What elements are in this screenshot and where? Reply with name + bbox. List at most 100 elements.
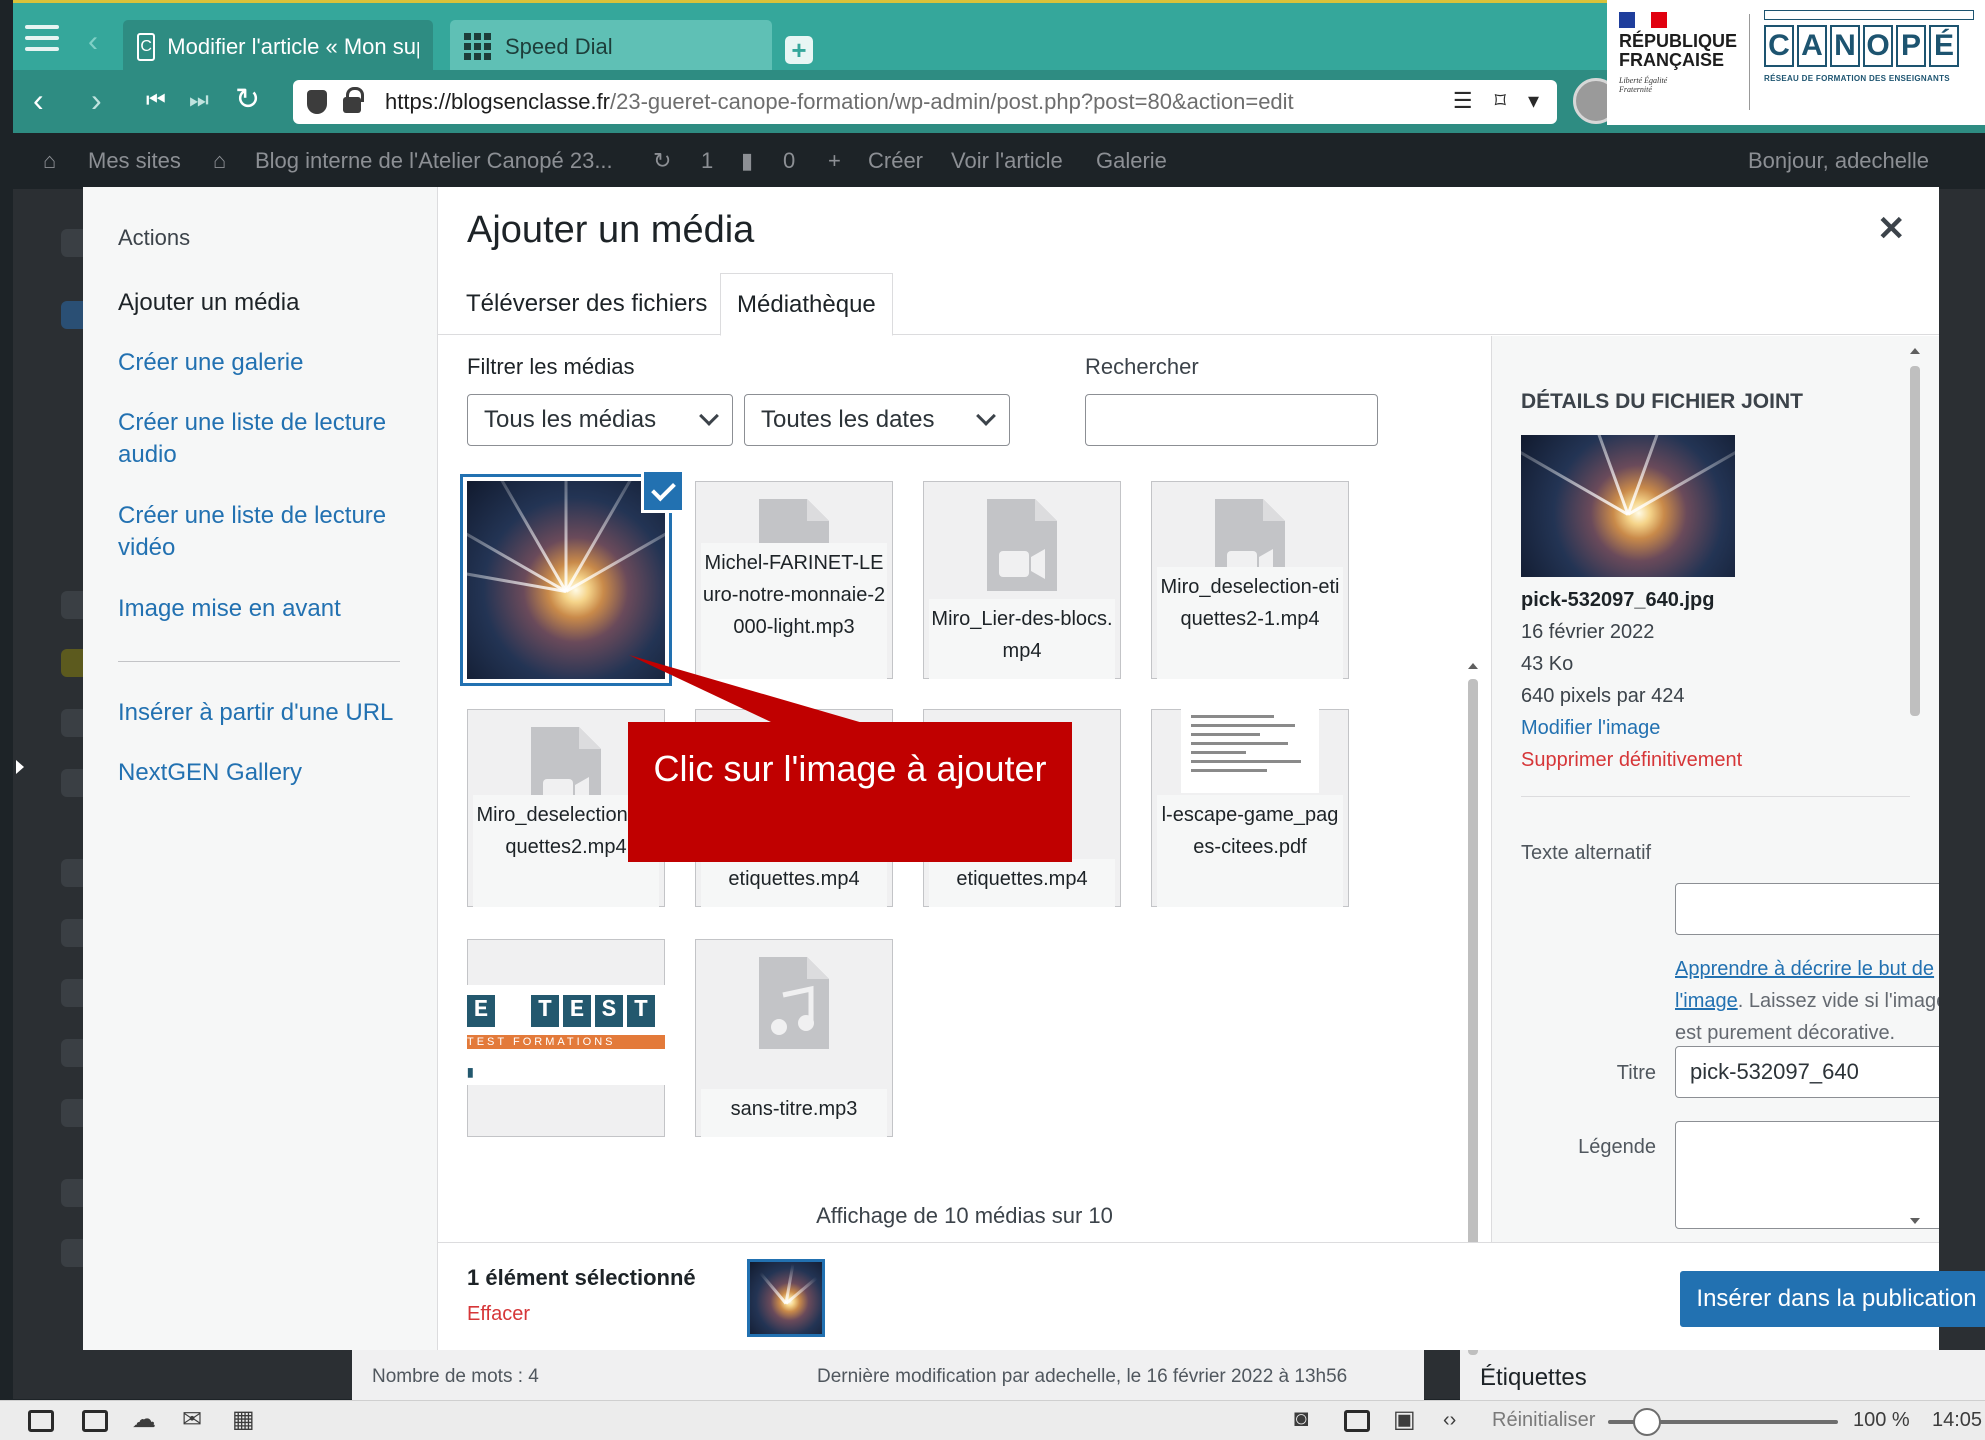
menu-item-video-playlist[interactable]: Créer une liste de lecture vidéo: [118, 500, 408, 564]
menu-icon[interactable]: [25, 25, 59, 51]
editor-status-strip: Nombre de mots : 4 Dernière modification…: [352, 1350, 1424, 1400]
delete-permanently-link[interactable]: Supprimer définitivement: [1521, 749, 1742, 772]
tab-label: Speed Dial: [505, 33, 613, 59]
search-input[interactable]: [1085, 394, 1378, 446]
shield-icon: [307, 90, 327, 114]
rewind-icon[interactable]: ⏮: [146, 80, 166, 120]
updates-count[interactable]: 1: [701, 148, 713, 174]
clear-selection-link[interactable]: Effacer: [467, 1303, 530, 1326]
menu-item-audio-playlist[interactable]: Créer une liste de lecture audio: [118, 407, 408, 471]
dropdown-icon[interactable]: ▾: [1528, 88, 1539, 114]
comments-icon[interactable]: ▮: [741, 148, 753, 174]
attachment-item[interactable]: [467, 481, 665, 679]
reset-zoom-button[interactable]: Réinitialiser: [1492, 1409, 1595, 1432]
window-icon[interactable]: [1344, 1410, 1370, 1432]
details-date: 16 février 2022: [1521, 621, 1655, 643]
attachment-filename: sans-titre.mp3: [701, 1089, 887, 1137]
tab-label: Modifier l'article « Mon super article —…: [167, 33, 419, 59]
panel-toggle-icon[interactable]: [28, 1410, 54, 1432]
forward-icon[interactable]: ›: [91, 80, 102, 120]
updates-icon[interactable]: ↻: [653, 148, 671, 174]
plus-icon[interactable]: +: [828, 148, 841, 174]
attachment-item[interactable]: ETEST TEST FORMATIONS ▮: [467, 939, 665, 1137]
reader-view-icon[interactable]: ☰: [1453, 88, 1473, 114]
reload-icon[interactable]: ↻: [235, 80, 260, 120]
menu-item-add-media[interactable]: Ajouter un média: [118, 287, 408, 319]
favicon-icon: C: [137, 32, 156, 61]
lock-icon: [343, 87, 364, 113]
view-post-link[interactable]: Voir l'article: [951, 148, 1063, 174]
cloud-sync-icon[interactable]: ☁: [132, 1405, 156, 1434]
tab-tiling-icon[interactable]: [82, 1410, 108, 1432]
title-label: Titre: [1616, 1062, 1656, 1084]
search-label: Rechercher: [1085, 354, 1199, 379]
new-tab-icon[interactable]: +: [785, 36, 813, 64]
tab-speed-dial[interactable]: Speed Dial: [450, 20, 772, 73]
fast-forward-icon[interactable]: ⏭: [189, 80, 209, 120]
chevron-down-icon: [699, 406, 719, 426]
panel-toggle-icon[interactable]: [16, 760, 24, 774]
checkmark-icon[interactable]: [641, 469, 685, 513]
modal-title: Ajouter un média: [467, 209, 755, 251]
menu-item-insert-url[interactable]: Insérer à partir d'une URL: [118, 697, 408, 729]
zoom-level: 100 %: [1853, 1409, 1910, 1431]
alt-text-label: Texte alternatif: [1521, 842, 1652, 864]
gallery-link[interactable]: Galerie: [1096, 148, 1167, 174]
caption-textarea[interactable]: [1675, 1121, 1939, 1229]
tab-scroll-left-icon[interactable]: ‹: [88, 25, 98, 59]
my-sites-icon[interactable]: ⌂: [43, 148, 56, 174]
edit-image-link[interactable]: Modifier l'image: [1521, 717, 1660, 740]
media-toolbar: 1 élément sélectionné Effacer Insérer da…: [438, 1242, 1985, 1350]
images-icon[interactable]: ▣: [1393, 1405, 1416, 1434]
tags-box-title: Étiquettes: [1480, 1364, 1587, 1391]
attachment-item[interactable]: l-escape-game_pages-citees.pdf: [1151, 709, 1349, 907]
attachment-item[interactable]: sans-titre.mp3: [695, 939, 893, 1137]
selected-thumbnail[interactable]: [747, 1259, 825, 1337]
create-link[interactable]: Créer: [868, 148, 923, 174]
zoom-slider-handle[interactable]: [1633, 1408, 1662, 1436]
page-actions-icon[interactable]: ‹›: [1443, 1409, 1456, 1432]
greeting-link[interactable]: Bonjour, adechelle: [1748, 148, 1929, 174]
marianne-flag-icon: [1619, 12, 1667, 28]
site-name-link[interactable]: Blog interne de l'Atelier Canopé 23...: [255, 148, 613, 174]
media-modal: Actions Ajouter un média Créer une galer…: [83, 187, 1985, 1411]
close-icon[interactable]: ✕: [1877, 209, 1906, 249]
tab-edit-post[interactable]: C Modifier l'article « Mon super article…: [123, 20, 433, 73]
attachment-filename: etiquettes.mp4: [929, 859, 1115, 907]
word-count: Nombre de mots : 4: [372, 1366, 539, 1387]
menu-item-nextgen[interactable]: NextGEN Gallery: [118, 757, 408, 789]
details-scrollbar[interactable]: [1906, 342, 1924, 1232]
attachment-item[interactable]: Miro_Lier-des-blocs.mp4: [923, 481, 1121, 679]
menu-heading: Actions: [118, 225, 191, 250]
tab-upload-files[interactable]: Téléverser des fichiers: [450, 273, 723, 335]
details-thumbnail: [1521, 435, 1735, 577]
title-input[interactable]: [1675, 1046, 1939, 1098]
attachment-item[interactable]: Miro_deselection-etiquettes2-1.mp4: [1151, 481, 1349, 679]
home-icon[interactable]: ⌂: [213, 148, 226, 174]
details-dimensions: 640 pixels par 424: [1521, 685, 1685, 707]
attachments-count: Affichage de 10 médias sur 10: [816, 1203, 1113, 1228]
address-bar[interactable]: https://blogsenclasse.fr/23-gueret-canop…: [293, 80, 1557, 124]
media-type-filter[interactable]: Tous les médias: [467, 394, 733, 446]
attachment-filename: Miro_deselection-etiquettes2-1.mp4: [1157, 567, 1343, 679]
menu-item-create-gallery[interactable]: Créer une galerie: [118, 347, 408, 379]
url-text: https://blogsenclasse.fr/23-gueret-canop…: [385, 89, 1294, 114]
calendar-icon[interactable]: ▦: [232, 1405, 255, 1434]
canope-decoration: [1764, 10, 1974, 20]
media-date-filter[interactable]: Toutes les dates: [744, 394, 1010, 446]
tab-media-library[interactable]: Médiathèque: [720, 273, 893, 336]
comments-count[interactable]: 0: [783, 148, 795, 174]
insert-into-post-button[interactable]: Insérer dans la publication: [1680, 1271, 1985, 1327]
alt-text-input[interactable]: [1675, 883, 1939, 935]
filter-label: Filtrer les médias: [467, 354, 635, 379]
tags-metabox: Étiquettes: [1460, 1350, 1985, 1400]
bookmark-icon[interactable]: ⌑: [1495, 88, 1506, 114]
last-modified: Dernière modification par adechelle, le …: [817, 1366, 1348, 1387]
capture-icon[interactable]: ◙: [1294, 1405, 1309, 1433]
attachment-item[interactable]: Michel-FARINET-LEuro-notre-monnaie-2000-…: [695, 481, 893, 679]
attachment-filename: l-escape-game_pages-citees.pdf: [1157, 795, 1343, 907]
my-sites-link[interactable]: Mes sites: [88, 148, 181, 174]
mail-icon[interactable]: ✉: [182, 1405, 202, 1434]
menu-item-featured-image[interactable]: Image mise en avant: [118, 593, 408, 625]
back-icon[interactable]: ‹: [33, 80, 44, 120]
